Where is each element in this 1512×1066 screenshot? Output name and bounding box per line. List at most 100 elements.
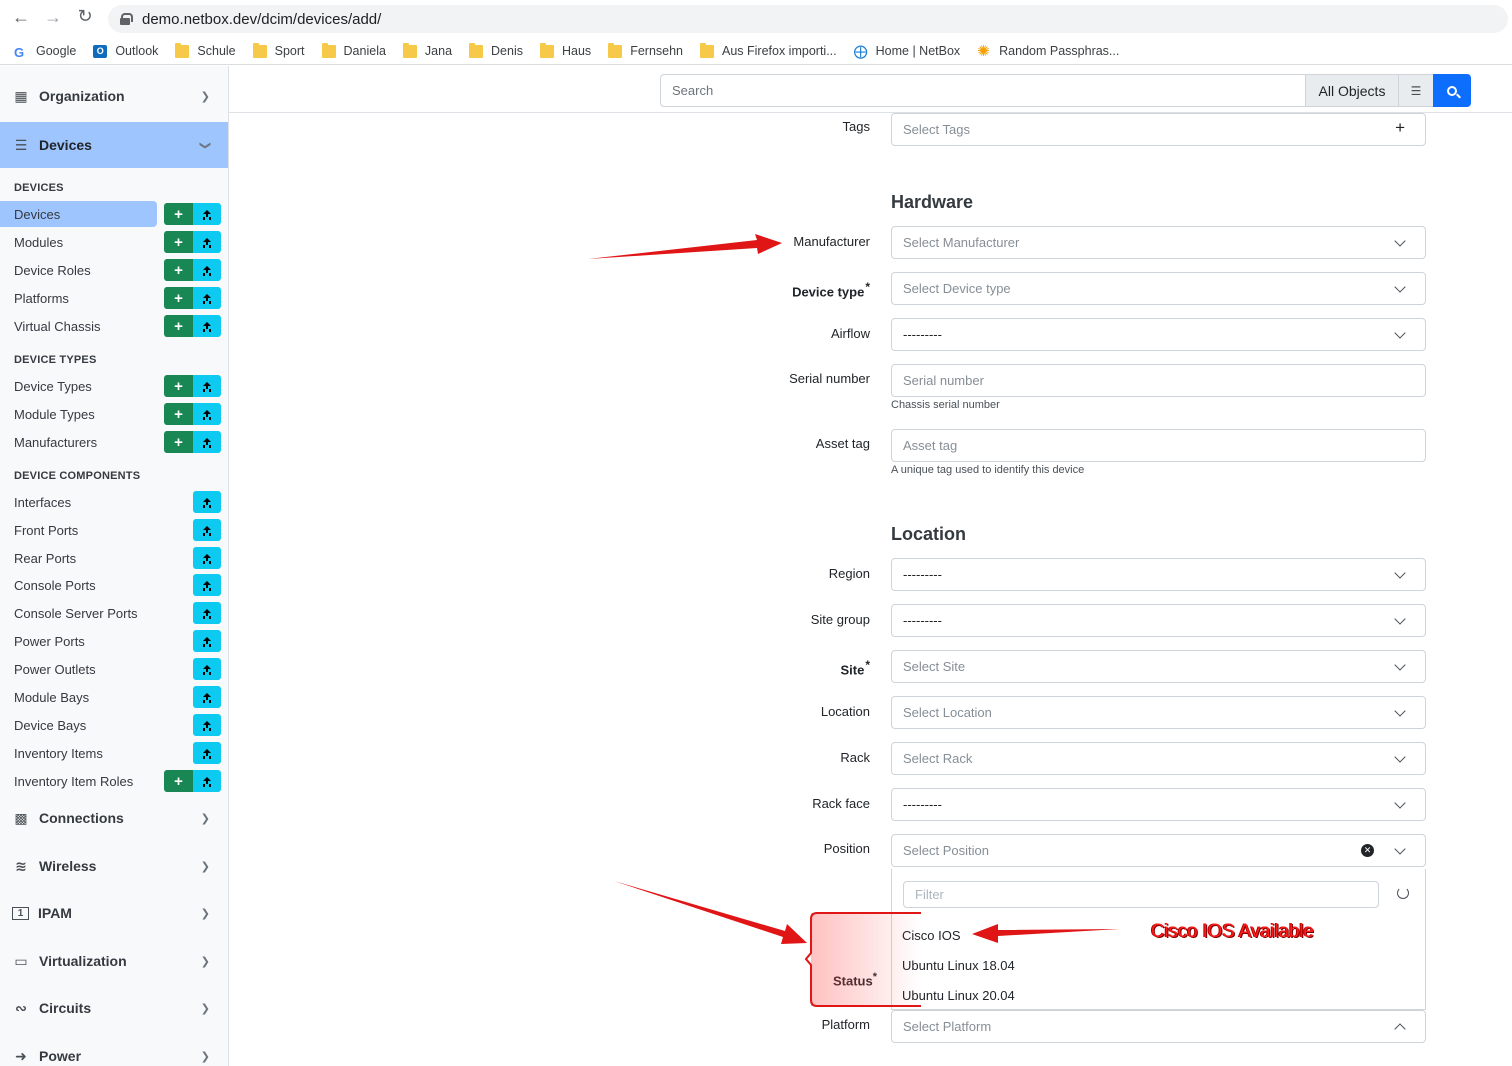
import-button[interactable] bbox=[193, 315, 221, 337]
import-button[interactable] bbox=[193, 259, 221, 281]
sidebar-item-modules[interactable]: Modules + bbox=[0, 229, 228, 255]
bookmark-sport[interactable]: Sport bbox=[252, 42, 305, 58]
asset-tag-field[interactable]: Asset tag bbox=[891, 429, 1426, 462]
sidebar-item-device-bays[interactable]: Device Bays bbox=[0, 712, 228, 738]
search-button[interactable] bbox=[1433, 74, 1471, 107]
import-button[interactable] bbox=[193, 602, 221, 624]
site-group-select[interactable]: --------- bbox=[891, 604, 1426, 637]
manufacturer-select[interactable]: Select Manufacturer bbox=[891, 226, 1426, 259]
back-arrow-icon[interactable]: ← bbox=[5, 7, 37, 28]
import-button[interactable] bbox=[193, 547, 221, 569]
airflow-select[interactable]: --------- bbox=[891, 318, 1426, 351]
sidebar-item-console-server-ports[interactable]: Console Server Ports bbox=[0, 600, 228, 626]
sidebar-item-device-roles[interactable]: Device Roles + bbox=[0, 257, 228, 283]
add-button[interactable]: + bbox=[164, 259, 193, 281]
import-button[interactable] bbox=[193, 203, 221, 225]
import-button[interactable] bbox=[193, 714, 221, 736]
rack-face-select[interactable]: --------- bbox=[891, 788, 1426, 821]
sidebar-item-platforms[interactable]: Platforms + bbox=[0, 285, 228, 311]
dropdown-option[interactable]: Ubuntu Linux 18.04 bbox=[902, 958, 1015, 973]
platform-select[interactable]: Select Platform bbox=[891, 1010, 1426, 1043]
rack-select[interactable]: Select Rack bbox=[891, 742, 1426, 775]
region-select[interactable]: --------- bbox=[891, 558, 1426, 591]
position-select[interactable]: Select Position ✕ bbox=[891, 834, 1426, 867]
sidebar-item-devices[interactable]: Devices + bbox=[0, 201, 228, 227]
import-button[interactable] bbox=[193, 403, 221, 425]
bookmark-jana[interactable]: Jana bbox=[402, 42, 452, 58]
add-button[interactable]: + bbox=[164, 431, 193, 453]
dropdown-option[interactable]: Ubuntu Linux 20.04 bbox=[902, 988, 1015, 1003]
import-button[interactable] bbox=[193, 491, 221, 513]
chevron-right-icon: ❯ bbox=[200, 1050, 210, 1063]
import-button[interactable] bbox=[193, 658, 221, 680]
import-button[interactable] bbox=[193, 231, 221, 253]
sidebar-item-power-outlets[interactable]: Power Outlets bbox=[0, 656, 228, 682]
plus-icon[interactable]: + bbox=[1395, 118, 1405, 138]
nav-section-wireless[interactable]: ≋ Wireless ❯ bbox=[0, 843, 228, 889]
import-button[interactable] bbox=[193, 770, 221, 792]
nav-section-circuits[interactable]: ∾ Circuits ❯ bbox=[0, 985, 228, 1031]
filter-icon[interactable]: ☰ bbox=[1398, 74, 1434, 107]
sidebar-item-inventory-item-roles[interactable]: Inventory Item Roles + bbox=[0, 768, 228, 794]
dropdown-option[interactable]: Cisco IOS bbox=[902, 928, 961, 943]
add-button[interactable]: + bbox=[164, 770, 193, 792]
import-button[interactable] bbox=[193, 574, 221, 596]
bookmark-denis[interactable]: Denis bbox=[469, 42, 523, 58]
search-scope-dropdown[interactable]: All Objects bbox=[1305, 74, 1399, 107]
global-search-input[interactable]: Search bbox=[660, 74, 1306, 107]
group-heading-device-components: DEVICE COMPONENTS bbox=[14, 470, 141, 482]
import-button[interactable] bbox=[193, 431, 221, 453]
bookmark-random-passphrase[interactable]: ✺ Random Passphras... bbox=[977, 44, 1119, 59]
sidebar-item-module-types[interactable]: Module Types + bbox=[0, 401, 228, 427]
location-select[interactable]: Select Location bbox=[891, 696, 1426, 729]
add-button[interactable]: + bbox=[164, 403, 193, 425]
sidebar-item-virtual-chassis[interactable]: Virtual Chassis + bbox=[0, 313, 228, 339]
add-button[interactable]: + bbox=[164, 315, 193, 337]
nav-section-ipam[interactable]: 1 IPAM ❯ bbox=[0, 890, 228, 936]
sidebar-item-label: Console Server Ports bbox=[14, 605, 138, 621]
import-button[interactable] bbox=[193, 287, 221, 309]
import-button[interactable] bbox=[193, 375, 221, 397]
add-button[interactable]: + bbox=[164, 375, 193, 397]
bookmark-outlook[interactable]: O Outlook bbox=[93, 44, 158, 58]
nav-section-power[interactable]: ➜ Power ❯ bbox=[0, 1033, 228, 1066]
bookmark-google[interactable]: G Google bbox=[14, 44, 76, 60]
sidebar-item-inventory-items[interactable]: Inventory Items bbox=[0, 740, 228, 766]
bookmark-netbox[interactable]: ⨁ Home | NetBox bbox=[854, 44, 961, 59]
chevron-down-icon bbox=[1394, 281, 1406, 293]
tags-select[interactable]: Select Tags + bbox=[891, 113, 1426, 146]
bookmark-schule[interactable]: Schule bbox=[175, 42, 236, 58]
sidebar-item-device-types[interactable]: Device Types + bbox=[0, 373, 228, 399]
site-select[interactable]: Select Site bbox=[891, 650, 1426, 683]
bookmark-daniela[interactable]: Daniela bbox=[321, 42, 386, 58]
add-button[interactable]: + bbox=[164, 287, 193, 309]
address-bar[interactable]: demo.netbox.dev/dcim/devices/add/ bbox=[108, 5, 1508, 33]
nav-section-virtualization[interactable]: ▭ Virtualization ❯ bbox=[0, 938, 228, 984]
sidebar-item-rear-ports[interactable]: Rear Ports bbox=[0, 545, 228, 571]
import-button[interactable] bbox=[193, 686, 221, 708]
nav-section-organization[interactable]: ▦ Organization ❯ bbox=[0, 73, 228, 119]
refresh-icon[interactable] bbox=[1397, 887, 1409, 899]
device-type-select[interactable]: Select Device type bbox=[891, 272, 1426, 305]
sidebar-item-power-ports[interactable]: Power Ports bbox=[0, 628, 228, 654]
import-button[interactable] bbox=[193, 630, 221, 652]
forward-arrow-icon[interactable]: → bbox=[37, 7, 69, 28]
sidebar-item-manufacturers[interactable]: Manufacturers + bbox=[0, 429, 228, 455]
nav-section-devices[interactable]: ☰ Devices ❯ bbox=[0, 122, 228, 168]
serial-number-field[interactable]: Serial number bbox=[891, 364, 1426, 397]
clear-icon[interactable]: ✕ bbox=[1361, 844, 1374, 857]
sidebar-item-front-ports[interactable]: Front Ports bbox=[0, 517, 228, 543]
import-button[interactable] bbox=[193, 742, 221, 764]
sidebar-item-module-bays[interactable]: Module Bays bbox=[0, 684, 228, 710]
sidebar-item-console-ports[interactable]: Console Ports bbox=[0, 572, 228, 598]
add-button[interactable]: + bbox=[164, 231, 193, 253]
bookmark-fernsehn[interactable]: Fernsehn bbox=[608, 42, 683, 58]
bookmark-haus[interactable]: Haus bbox=[540, 42, 591, 58]
reload-icon[interactable]: ↻ bbox=[69, 6, 101, 27]
dropdown-filter-input[interactable]: Filter bbox=[903, 881, 1379, 908]
nav-section-connections[interactable]: ▩ Connections ❯ bbox=[0, 795, 228, 841]
import-button[interactable] bbox=[193, 519, 221, 541]
bookmark-firefox-import[interactable]: Aus Firefox importi... bbox=[700, 42, 837, 58]
sidebar-item-interfaces[interactable]: Interfaces bbox=[0, 489, 228, 515]
add-button[interactable]: + bbox=[164, 203, 193, 225]
